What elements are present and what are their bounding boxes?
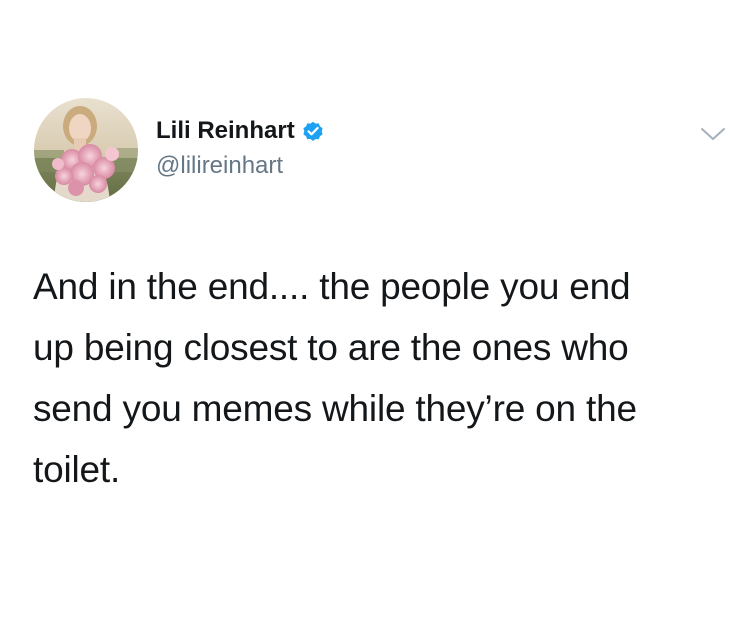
- tweet-text-line: send you memes while they’re on the: [33, 388, 637, 429]
- tweet-text-line: up being closest to are the ones who: [33, 327, 629, 368]
- author-avatar[interactable]: [34, 98, 138, 202]
- author-name-row: Lili Reinhart: [156, 116, 325, 146]
- avatar-photo: [34, 98, 138, 202]
- tweet-text-line: toilet.: [33, 449, 121, 490]
- tweet-text: And in the end.... the people you end up…: [33, 256, 723, 500]
- tweet-card: Lili Reinhart @lilireinhart And in the e…: [0, 0, 750, 628]
- author-display-name[interactable]: Lili Reinhart: [156, 116, 295, 146]
- author-handle[interactable]: @lilireinhart: [156, 151, 283, 181]
- verified-badge-icon: [301, 119, 325, 143]
- chevron-down-icon[interactable]: [700, 124, 726, 144]
- tweet-text-line: And in the end.... the people you end: [33, 266, 631, 307]
